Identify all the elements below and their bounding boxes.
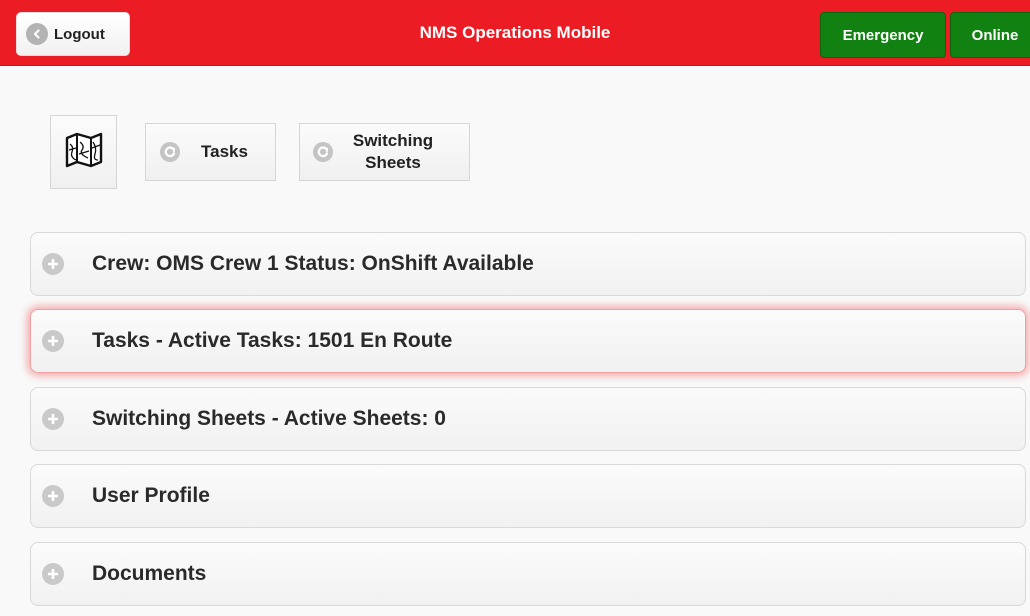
panel-label: Crew: OMS Crew 1 Status: OnShift Availab…: [92, 252, 534, 275]
refresh-icon: [313, 142, 333, 162]
emergency-button[interactable]: Emergency: [820, 12, 946, 58]
map-icon: [64, 132, 104, 173]
plus-icon: [42, 330, 64, 352]
logout-icon: [26, 23, 48, 45]
plus-icon: [42, 253, 64, 275]
user-profile-panel[interactable]: User Profile: [30, 464, 1026, 528]
panel-label: Tasks - Active Tasks: 1501 En Route: [92, 329, 453, 352]
online-status-button[interactable]: Online: [950, 12, 1030, 58]
plus-icon: [42, 563, 64, 585]
logout-button[interactable]: Logout: [16, 12, 130, 56]
plus-icon: [42, 485, 64, 507]
tasks-panel[interactable]: Tasks - Active Tasks: 1501 En Route: [30, 309, 1026, 373]
app-header: Logout NMS Operations Mobile Emergency O…: [0, 0, 1030, 66]
logout-label: Logout: [54, 25, 105, 43]
tasks-label: Tasks: [201, 142, 248, 161]
map-button[interactable]: [50, 115, 117, 189]
panel-label: Switching Sheets - Active Sheets: 0: [92, 407, 446, 430]
tasks-button[interactable]: Tasks: [145, 123, 276, 181]
switching-label-line2: Sheets: [365, 153, 421, 172]
panel-label: User Profile: [92, 484, 210, 507]
documents-panel[interactable]: Documents: [30, 542, 1026, 606]
crew-status-panel[interactable]: Crew: OMS Crew 1 Status: OnShift Availab…: [30, 232, 1026, 296]
refresh-icon: [160, 142, 180, 162]
switching-sheets-button[interactable]: Switching Sheets: [299, 123, 470, 181]
plus-icon: [42, 408, 64, 430]
switching-sheets-label: Switching Sheets: [351, 130, 435, 174]
panel-label: Documents: [92, 562, 207, 585]
switching-label-line1: Switching: [352, 131, 434, 150]
switching-sheets-panel[interactable]: Switching Sheets - Active Sheets: 0: [30, 387, 1026, 451]
